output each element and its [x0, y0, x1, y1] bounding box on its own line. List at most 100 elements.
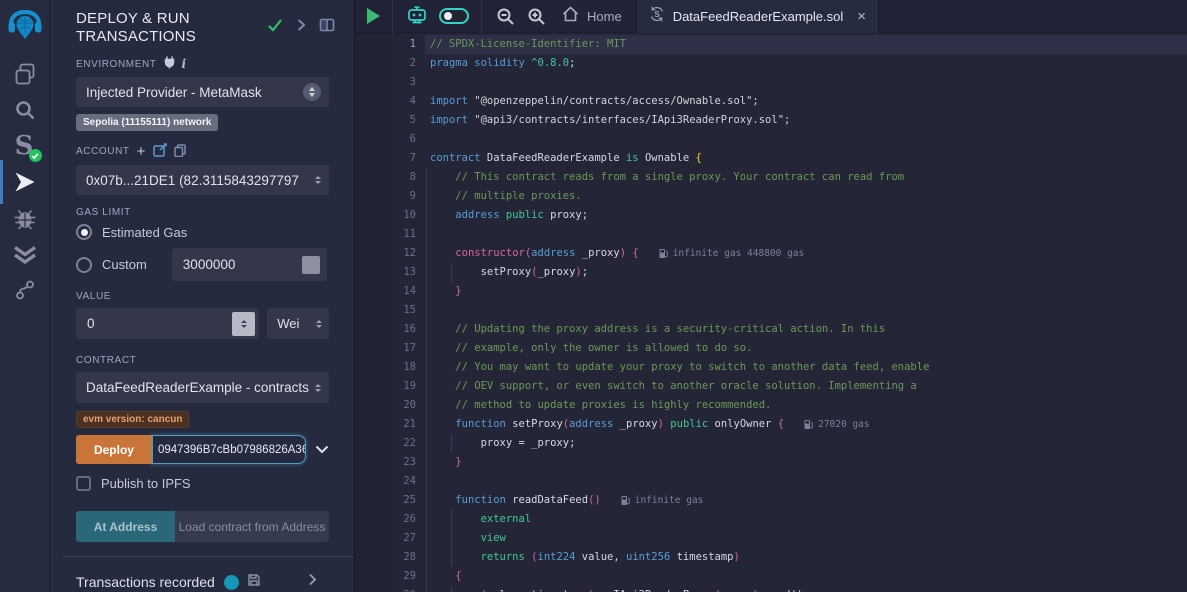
- ai-assistant-robot-icon[interactable]: [405, 5, 429, 27]
- code-line-16[interactable]: 16 // Updating the proxy address is a se…: [355, 320, 1187, 339]
- code-line-24[interactable]: 24: [355, 472, 1187, 491]
- deploy-button[interactable]: Deploy: [76, 435, 152, 464]
- rail-remix-logo-icon[interactable]: [0, 7, 50, 43]
- code-line-30[interactable]: 30 (value, timestamp) = IApi3ReaderProxy…: [355, 586, 1187, 592]
- line-number[interactable]: 19: [392, 377, 416, 396]
- line-number[interactable]: 12: [392, 244, 416, 263]
- line-number[interactable]: 5: [392, 111, 416, 130]
- rail-solidity-unit-testing-icon[interactable]: [0, 241, 50, 267]
- code-text[interactable]: // SPDX-License-Identifier: MIT: [425, 35, 1187, 54]
- code-text[interactable]: pragma solidity ^0.8.0;: [425, 54, 1187, 73]
- code-text[interactable]: function readDataFeed()infinite gas: [425, 491, 1187, 510]
- at-address-button[interactable]: At Address: [76, 511, 175, 542]
- code-text[interactable]: contract DataFeedReaderExample is Ownabl…: [425, 149, 1187, 168]
- code-line-14[interactable]: 14 }: [355, 282, 1187, 301]
- line-number[interactable]: 26: [392, 510, 416, 529]
- custom-gas-radio[interactable]: [76, 257, 92, 273]
- code-line-9[interactable]: 9 // multiple proxies.: [355, 187, 1187, 206]
- code-text[interactable]: [425, 73, 1187, 92]
- line-number[interactable]: 13: [392, 263, 416, 282]
- code-line-17[interactable]: 17 // example, only the owner is allowed…: [355, 339, 1187, 358]
- line-number[interactable]: 30: [392, 586, 416, 592]
- code-text[interactable]: [425, 301, 1187, 320]
- code-line-22[interactable]: 22 proxy = _proxy;: [355, 434, 1187, 453]
- contract-select[interactable]: DataFeedReaderExample - contracts: [76, 372, 329, 403]
- line-number[interactable]: 2: [392, 54, 416, 73]
- code-line-26[interactable]: 26 external: [355, 510, 1187, 529]
- code-text[interactable]: {: [425, 567, 1187, 586]
- line-number[interactable]: 27: [392, 529, 416, 548]
- line-number[interactable]: 18: [392, 358, 416, 377]
- code-line-11[interactable]: 11: [355, 225, 1187, 244]
- line-number[interactable]: 8: [392, 168, 416, 187]
- code-text[interactable]: // This contract reads from a single pro…: [425, 168, 1187, 187]
- code-line-3[interactable]: 3: [355, 73, 1187, 92]
- code-line-6[interactable]: 6: [355, 130, 1187, 149]
- line-number[interactable]: 28: [392, 548, 416, 567]
- rail-plugin-manager-icon[interactable]: [0, 277, 50, 303]
- code-line-29[interactable]: 29 {: [355, 567, 1187, 586]
- info-icon[interactable]: i: [182, 57, 187, 71]
- rail-search-icon[interactable]: [0, 97, 50, 123]
- code-line-15[interactable]: 15: [355, 301, 1187, 320]
- rail-debugger-icon[interactable]: [0, 205, 50, 231]
- edit-icon[interactable]: [153, 143, 167, 160]
- line-number[interactable]: 21: [392, 415, 416, 434]
- code-line-18[interactable]: 18 // You may want to update your proxy …: [355, 358, 1187, 377]
- code-text[interactable]: import "@openzeppelin/contracts/access/O…: [425, 92, 1187, 111]
- line-number[interactable]: 4: [392, 92, 416, 111]
- code-text[interactable]: function setProxy(address _proxy) public…: [425, 415, 1187, 434]
- code-text[interactable]: // example, only the owner is allowed to…: [425, 339, 1187, 358]
- zoom-out-icon[interactable]: [496, 7, 515, 26]
- line-number[interactable]: 16: [392, 320, 416, 339]
- code-text[interactable]: // multiple proxies.: [425, 187, 1187, 206]
- code-line-2[interactable]: 2 pragma solidity ^0.8.0;: [355, 54, 1187, 73]
- code-text[interactable]: // OEV support, or even switch to anothe…: [425, 377, 1187, 396]
- line-number[interactable]: 15: [392, 301, 416, 320]
- code-line-7[interactable]: 7 contract DataFeedReaderExample is Ownab…: [355, 149, 1187, 168]
- code-line-28[interactable]: 28 returns (int224 value, uint256 timest…: [355, 548, 1187, 567]
- code-area[interactable]: 1 // SPDX-License-Identifier: MIT 2 pragma …: [355, 33, 1187, 592]
- code-text[interactable]: import "@api3/contracts/interfaces/IApi3…: [425, 111, 1187, 130]
- gas-confirm-button[interactable]: [302, 256, 320, 274]
- line-number[interactable]: 6: [392, 130, 416, 149]
- code-text[interactable]: proxy = _proxy;: [425, 434, 1187, 453]
- code-line-25[interactable]: 25 function readDataFeed()infinite gas: [355, 491, 1187, 510]
- code-line-10[interactable]: 10 address public proxy;: [355, 206, 1187, 225]
- code-line-8[interactable]: 8 // This contract reads from a single p…: [355, 168, 1187, 187]
- zoom-in-icon[interactable]: [527, 7, 546, 26]
- chevron-right-icon[interactable]: [296, 18, 306, 32]
- code-text[interactable]: setProxy(_proxy);: [425, 263, 1187, 282]
- environment-select[interactable]: Injected Provider - MetaMask: [76, 77, 329, 107]
- line-number[interactable]: 7: [392, 149, 416, 168]
- code-line-21[interactable]: 21 function setProxy(address _proxy) pub…: [355, 415, 1187, 434]
- save-icon[interactable]: [248, 573, 260, 591]
- at-address-input[interactable]: Load contract from Address: [175, 511, 329, 542]
- chevron-down-icon[interactable]: [315, 445, 329, 454]
- line-number[interactable]: 14: [392, 282, 416, 301]
- plus-icon[interactable]: +: [137, 146, 146, 157]
- code-text[interactable]: address public proxy;: [425, 206, 1187, 225]
- code-line-1[interactable]: 1 // SPDX-License-Identifier: MIT: [355, 35, 1187, 54]
- code-text[interactable]: // You may want to update your proxy to …: [425, 358, 1187, 377]
- transactions-recorded-row[interactable]: Transactions recorded: [50, 573, 354, 591]
- ai-toggle[interactable]: [439, 8, 469, 24]
- line-number[interactable]: 22: [392, 434, 416, 453]
- plug-icon[interactable]: [164, 56, 175, 72]
- line-number[interactable]: 1: [392, 35, 416, 54]
- copy-icon[interactable]: [174, 144, 186, 160]
- code-text[interactable]: [425, 472, 1187, 491]
- value-input[interactable]: 0: [76, 308, 259, 339]
- code-line-23[interactable]: 23 }: [355, 453, 1187, 472]
- line-number[interactable]: 25: [392, 491, 416, 510]
- publish-ipfs-checkbox[interactable]: [76, 476, 91, 491]
- line-number[interactable]: 3: [392, 73, 416, 92]
- code-line-12[interactable]: 12 constructor(address _proxy) {infinite…: [355, 244, 1187, 263]
- tab-close-icon[interactable]: ×: [857, 9, 866, 24]
- code-text[interactable]: [425, 225, 1187, 244]
- code-text[interactable]: returns (int224 value, uint256 timestamp…: [425, 548, 1187, 567]
- split-panel-icon[interactable]: [319, 18, 335, 32]
- code-line-20[interactable]: 20 // method to update proxies is highly…: [355, 396, 1187, 415]
- code-text[interactable]: external: [425, 510, 1187, 529]
- code-line-27[interactable]: 27 view: [355, 529, 1187, 548]
